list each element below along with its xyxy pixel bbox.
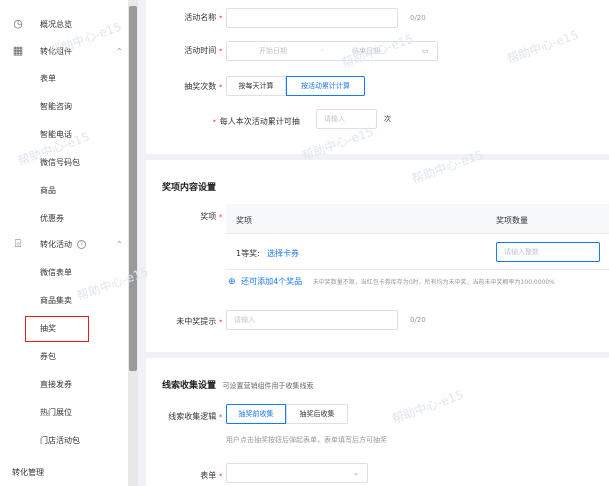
sidebar-group-conversion-activities[interactable]: ⌹ 转化活动? ⌃ [0,234,128,254]
lottery-count-label: 抽奖次数 • [184,82,223,91]
lead-section-title: 线索收集设置 [162,381,217,391]
activity-name-input[interactable] [226,8,398,28]
start-date-placeholder: 开始日期 [259,47,287,55]
per-person-label: • 每人本次活动累计可抽 [212,117,300,126]
sidebar-item-label: 转化管理 [12,467,44,477]
total-count-button[interactable]: 按活动累计计算 [286,76,365,96]
sidebar-group-label: 转化组件 [40,46,72,56]
sidebar-item-label: 智能咨询 [40,101,72,111]
sidebar-item-label: 热门展位 [40,407,72,417]
sidebar: ◷ 概况总览 ▦ 转化组件 ⌃ 表单 智能咨询 智能电话 微信号码包 商品 优惠… [0,0,128,486]
column-quantity: 奖项数量 [496,216,528,225]
sidebar-item-form[interactable]: 表单 [0,68,128,88]
sidebar-item-label: 商品集卖 [40,295,72,305]
sidebar-item-label: 商品 [40,185,56,195]
sidebar-item-label: 表单 [40,73,56,83]
end-date-placeholder: 结束日期 [352,47,380,55]
form-label: 表单 • [200,471,223,480]
sidebar-item-label: 门店活动包 [40,435,80,445]
help-icon[interactable]: ? [77,239,86,249]
sidebar-scrollbar[interactable] [128,0,138,486]
plus-circle-icon[interactable]: ⊕ [228,277,236,287]
prize-section-title: 奖项内容设置 [162,183,217,193]
prize-label: 奖项 • [200,212,223,221]
sidebar-group-conversion-components[interactable]: ▦ 转化组件 ⌃ [0,41,128,61]
sidebar-item-label: 券包 [40,351,56,361]
lead-logic-hint: 用户点击抽奖按钮后弹起表单，表单填写后方可抽奖 [226,436,387,444]
sidebar-item-wechat-form[interactable]: 微信表单 [0,262,128,282]
sidebar-item-smart-phone[interactable]: 智能电话 [0,124,128,144]
collect-before-button[interactable]: 抽奖前收集 [226,404,286,424]
form-select[interactable]: ⌄ [226,463,368,483]
sidebar-item-hot-booth[interactable]: 热门展位 [0,402,128,422]
prize-table-header: 奖项 奖项数量 [226,204,609,234]
per-person-input[interactable]: 请输入 [316,109,377,129]
sidebar-item-wechat-package[interactable]: 微信号码包 [0,152,128,172]
sidebar-item-coupon[interactable]: 优惠券 [0,208,128,228]
sidebar-item-direct-coupon[interactable]: 直接发券 [0,374,128,394]
sidebar-item-product-sale[interactable]: 商品集卖 [0,290,128,310]
selected-item-highlight [25,316,89,342]
scrollbar-thumb[interactable] [129,6,137,371]
table-row: 1等奖: 选择卡券 请输入整数 [226,234,609,270]
activity-date-range-input[interactable]: 开始日期 - 结束日期 ▭ [226,41,438,61]
sidebar-item-smart-consult[interactable]: 智能咨询 [0,96,128,116]
select-coupon-link[interactable]: 选择卡券 [267,248,299,259]
sidebar-item-label: 直接发券 [40,379,72,389]
column-prize: 奖项 [236,216,252,225]
activity-name-label: 活动名称 • [184,13,223,22]
activity-name-counter: 0/20 [410,14,426,22]
sidebar-item-product[interactable]: 商品 [0,180,128,200]
date-separator: - [321,47,324,55]
sidebar-item-label: 微信号码包 [40,157,80,167]
collect-after-button[interactable]: 抽奖后收集 [286,404,348,424]
sidebar-item-label: 概况总览 [40,19,72,29]
no-prize-label: 未中奖提示 • [176,317,223,326]
sidebar-item-conversion-management[interactable]: 转化管理 [0,462,128,482]
grid-icon: ▦ [12,44,24,57]
chart-icon: ◷ [13,17,23,30]
chevron-up-icon: ⌃ [116,239,123,249]
lead-section-heading: 线索收集设置 可设置营销组件用于收集线索 [162,378,314,391]
sidebar-item-overview[interactable]: ◷ 概况总览 [0,14,128,34]
prize-row-label: 1等奖: [236,249,260,258]
sidebar-item-label: 优惠券 [40,213,64,223]
sidebar-item-label: 微信表单 [40,267,72,277]
no-prize-input[interactable]: 请输入 [226,310,398,330]
lead-section-subtitle: 可设置营销组件用于收集线索 [222,382,314,390]
lead-logic-label: 线索收集逻辑 • [168,412,223,421]
no-prize-counter: 0/20 [410,316,426,324]
calendar-icon: ▭ [422,47,429,55]
prize-quantity-input[interactable]: 请输入整数 [496,242,600,262]
add-prize-link[interactable]: 还可添加4个奖品 [241,277,302,286]
chevron-down-icon: ⌄ [353,469,359,477]
sidebar-item-store-activity[interactable]: 门店活动包 [0,430,128,450]
per-person-unit: 次 [384,115,391,123]
sidebar-group-label: 转化活动? [40,239,86,250]
sidebar-item-coupon-package[interactable]: 券包 [0,346,128,366]
prize-note: 未中奖数量不限，当红包卡券库存为0时，所有均为未中奖，当前未中奖概率为100.0… [312,279,555,286]
daily-count-button[interactable]: 按每天计算 [226,76,286,96]
gift-icon: ⌹ [14,237,22,250]
activity-time-label: 活动时间 • [184,46,223,55]
add-prize-row: ⊕ 还可添加4个奖品 未中奖数量不限，当红包卡券库存为0时，所有均为未中奖，当前… [228,276,609,288]
chevron-up-icon: ⌃ [116,46,123,56]
sidebar-item-label: 智能电话 [40,129,72,139]
